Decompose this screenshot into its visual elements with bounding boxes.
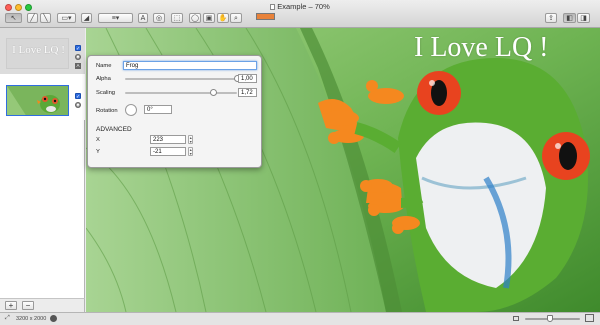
rotation-dial[interactable] xyxy=(125,104,137,116)
remove-layer-button[interactable]: − xyxy=(22,301,34,310)
alpha-slider[interactable] xyxy=(125,75,241,82)
line-width-icon[interactable]: ≡▾ xyxy=(98,13,133,23)
share-icon[interactable]: ⇪ xyxy=(545,13,557,23)
zoom-slider-knob[interactable] xyxy=(546,315,553,322)
scaling-field[interactable]: 1,72 xyxy=(238,88,257,97)
resize-canvas-icon[interactable]: ⤢ xyxy=(5,315,10,322)
image-adjust-icon[interactable]: ◎ xyxy=(153,13,165,23)
scaling-slider-knob[interactable] xyxy=(209,89,217,96)
text-layer-icon: A xyxy=(75,63,81,69)
layer-thumbnail: I Love LQ ! xyxy=(6,38,69,69)
text-tool-icon[interactable]: A xyxy=(138,13,148,23)
sidebar-bottombar: + − xyxy=(0,298,85,312)
alpha-field[interactable]: 1,00 xyxy=(238,74,257,83)
document-icon xyxy=(270,4,276,10)
y-label: Y xyxy=(96,149,100,155)
inspector-toggle-icon[interactable]: ◨ xyxy=(577,13,590,23)
rotation-label: Rotation xyxy=(96,108,118,114)
layer-settings-icon[interactable]: ◉ xyxy=(75,102,81,108)
visibility-checkbox[interactable]: ✓ xyxy=(75,93,81,100)
visibility-checkbox[interactable]: ✓ xyxy=(75,45,81,52)
sidebar-toggle-icon[interactable]: ◧ xyxy=(563,13,576,23)
status-bar: ⤢ 3200 x 2000 xyxy=(0,312,600,325)
add-layer-button[interactable]: + xyxy=(5,301,17,310)
rotation-field[interactable]: 0° xyxy=(144,105,172,114)
window-title: Example – 70% xyxy=(0,2,600,11)
x-label: X xyxy=(96,137,100,143)
layer-row-text[interactable]: I Love LQ ! ✓ ◉ A xyxy=(0,28,85,74)
fill-color-well[interactable] xyxy=(256,13,275,20)
hand-icon[interactable]: ✋ xyxy=(217,13,229,23)
alpha-label: Alpha xyxy=(96,76,111,82)
zoom-out-icon[interactable] xyxy=(513,316,519,321)
zoom-search-icon[interactable]: ⌕ xyxy=(230,13,242,23)
advanced-heading: ADVANCED xyxy=(96,126,132,133)
canvas-overlay-text[interactable]: I Love LQ ! xyxy=(414,32,549,64)
x-field[interactable]: 223 xyxy=(150,135,186,144)
layer-inspector-popover: Name Frog Alpha 1,00 Scaling 1,72 Rotati… xyxy=(87,55,262,168)
stamp-icon[interactable]: ▣ xyxy=(203,13,215,23)
layer-settings-icon[interactable]: ◉ xyxy=(75,54,81,60)
pen-icon[interactable]: ╱ xyxy=(27,13,38,23)
eraser-icon[interactable]: ◢ xyxy=(81,13,92,23)
lasso-icon[interactable]: ◯ xyxy=(189,13,201,23)
rectangle-shape-icon[interactable]: ▭▾ xyxy=(57,13,76,23)
layers-sidebar: I Love LQ ! ✓ ◉ A ✓ ◉ xyxy=(0,28,85,298)
crop-select-icon[interactable]: ⬚ xyxy=(171,13,183,23)
line-icon[interactable]: ╲ xyxy=(40,13,51,23)
zoom-in-icon[interactable] xyxy=(585,314,594,322)
layer-thumb-text: I Love LQ ! xyxy=(12,44,65,56)
pointer-arrow-icon[interactable]: ↖ xyxy=(5,13,22,23)
x-stepper[interactable]: ▲ ▼ xyxy=(188,135,193,144)
name-label: Name xyxy=(96,63,112,69)
name-field[interactable]: Frog xyxy=(123,61,257,70)
y-field[interactable]: -21 xyxy=(150,147,186,156)
y-stepper[interactable]: ▲ ▼ xyxy=(188,147,193,156)
layer-thumbnail xyxy=(6,85,69,116)
image-dimensions: 3200 x 2000 xyxy=(16,316,47,322)
frog-thumbnail-image xyxy=(7,86,68,115)
scaling-label: Scaling xyxy=(96,90,116,96)
window-titlebar: Example – 70% ↖ ╱ ╲ ▭▾ ◢ ≡▾ A ◎ ⬚ ◯ ▣ ✋ … xyxy=(0,0,600,28)
scaling-slider[interactable] xyxy=(125,89,237,96)
info-icon[interactable] xyxy=(50,315,57,322)
zoom-slider[interactable] xyxy=(525,315,580,322)
layer-row-frog[interactable]: ✓ ◉ xyxy=(0,74,85,120)
